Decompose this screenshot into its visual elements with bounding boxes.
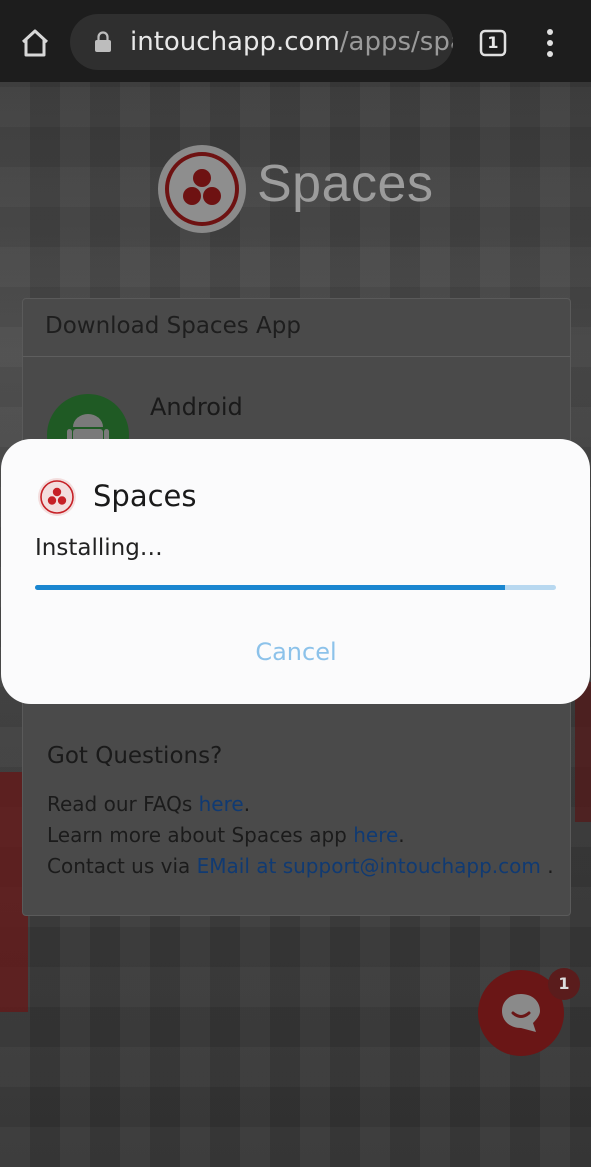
chat-unread-badge: 1 [548,968,580,1000]
card-title: Download Spaces App [45,313,301,339]
questions-title: Got Questions? [47,743,223,769]
url-domain: intouchapp.com [130,27,340,57]
cancel-button[interactable]: Cancel [201,627,391,675]
install-progress-bar [35,585,556,590]
chat-bubble-icon [502,994,540,1032]
spaces-logo: Spaces [157,144,447,236]
logo-text: Spaces [257,155,434,213]
browser-toolbar: intouchapp.com/apps/spac 1 [0,0,591,82]
install-status: Installing… [35,535,163,561]
android-label[interactable]: Android [150,393,243,421]
dialog-title: Spaces [93,479,197,513]
url-text: intouchapp.com/apps/spac [130,27,453,57]
faq-link[interactable]: here [199,792,244,816]
install-dialog: Spaces Installing… Cancel [1,439,590,704]
faq-line: Read our FAQs here. [47,789,557,820]
faq-text: Read our FAQs [47,792,199,816]
url-path: /apps/spac [339,27,453,57]
lock-icon [95,31,111,52]
card-header: Download Spaces App [23,299,570,357]
spaces-logo-icon [158,145,246,233]
contact-line: Contact us via EMail at support@intoucha… [47,851,557,882]
contact-suffix: . [540,854,554,878]
background-decoration [575,682,591,822]
learn-more-suffix: . [398,823,405,847]
home-icon[interactable] [18,26,52,60]
email-link[interactable]: EMail at support@intouchapp.com [197,854,541,878]
spaces-app-icon [38,478,76,516]
learn-more-line: Learn more about Spaces app here. [47,820,557,851]
install-progress-fill [35,585,505,590]
tab-count: 1 [487,33,499,52]
contact-text: Contact us via [47,854,197,878]
address-bar[interactable]: intouchapp.com/apps/spac [70,14,453,70]
learn-more-text: Learn more about Spaces app [47,823,354,847]
questions-section: Got Questions? Read our FAQs here. Learn… [47,743,557,882]
overflow-menu-icon[interactable] [538,28,562,58]
learn-more-link[interactable]: here [353,823,398,847]
faq-suffix: . [243,792,251,816]
